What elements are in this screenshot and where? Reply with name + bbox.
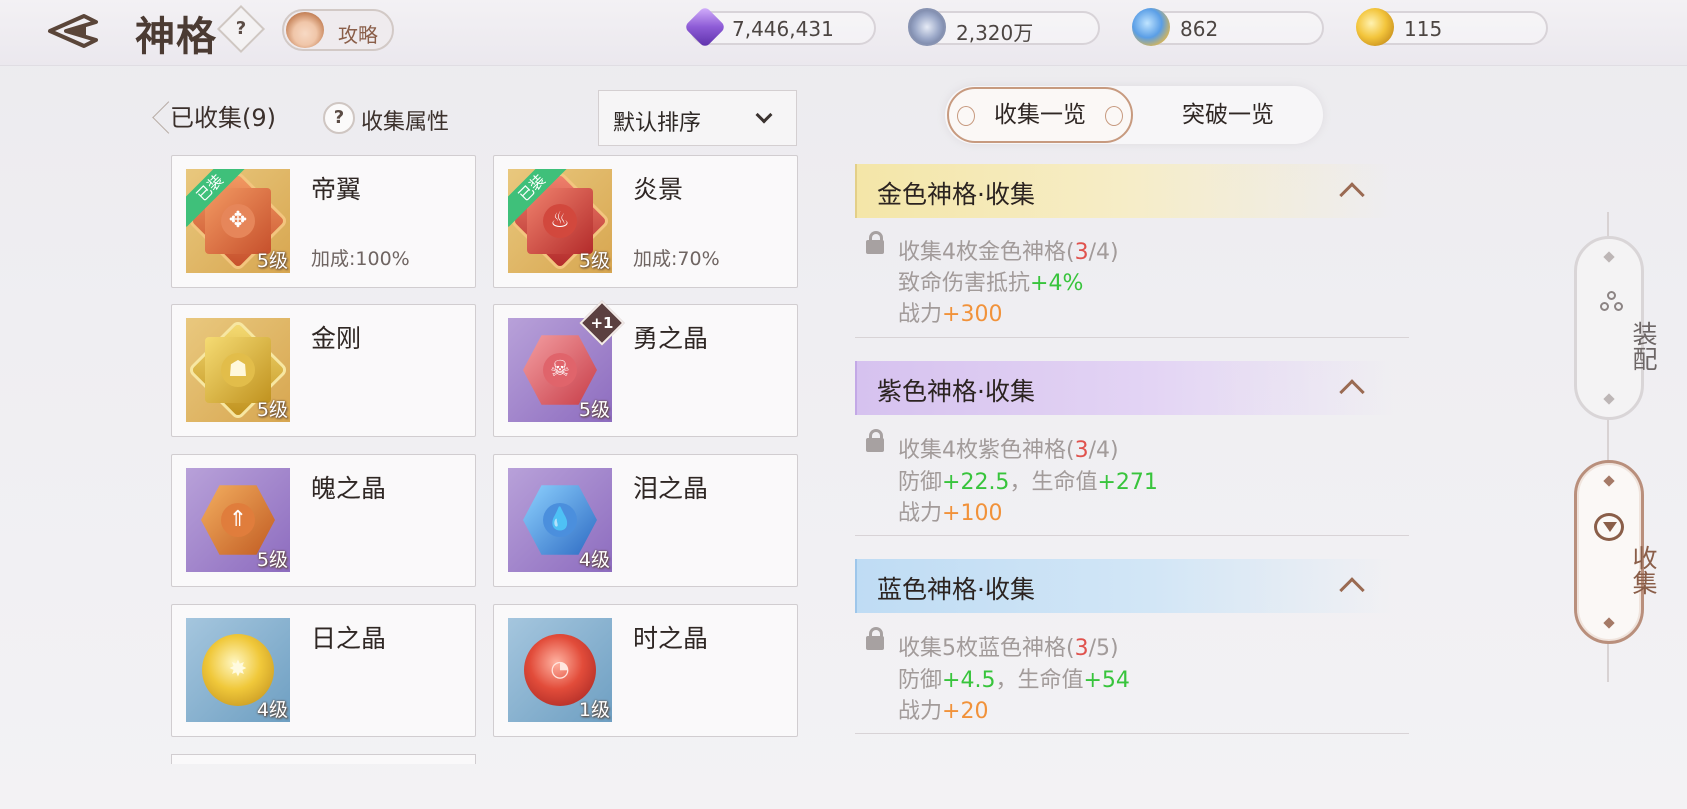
collect-attributes-label: 收集属性 (361, 110, 450, 135)
collection-requirement: 收集4枚金色神格(3/4) (898, 240, 1119, 265)
collection-power: 战力+20 (898, 699, 989, 724)
godhead-card-partial[interactable] (171, 754, 476, 764)
section-title: 蓝色神格·收集 (877, 575, 1035, 604)
emblem-icon (1594, 513, 1624, 541)
currency-value: 862 (1180, 17, 1219, 41)
purple-collection-body: 收集4枚紫色神格(3/4) 防御+22.5，生命值+271 战力+100 (866, 429, 1406, 526)
collection-requirement: 收集5枚蓝色神格(3/5) (898, 636, 1119, 661)
lock-icon (866, 429, 884, 452)
card-name: 帝翼 (311, 175, 362, 204)
tab-breakthrough-overview[interactable]: 突破一览 (1135, 86, 1321, 144)
section-title: 金色神格·收集 (877, 180, 1035, 209)
guide-button[interactable]: 攻略 (282, 9, 394, 51)
level-label: 5级 (256, 549, 288, 571)
chevron-down-icon (755, 106, 773, 124)
currency-blue-orb[interactable]: 862 (1132, 8, 1324, 46)
back-arrow-icon (48, 14, 98, 48)
level-label: 1级 (578, 699, 610, 721)
side-tab-label: 收集 (1629, 545, 1658, 595)
blue-collection-header[interactable]: 蓝色神格·收集 (855, 559, 1393, 613)
sort-dropdown[interactable]: 默认排序 (598, 90, 797, 146)
currency-value: 7,446,431 (732, 17, 834, 41)
lock-icon (866, 231, 884, 254)
purple-collection-header[interactable]: 紫色神格·收集 (855, 361, 1393, 415)
level-label: 4级 (578, 549, 610, 571)
gold-collection-body: 收集4枚金色神格(3/4) 致命伤害抵抗+4% 战力+300 (866, 231, 1406, 327)
collection-stat: 防御+22.5，生命值+271 (898, 470, 1158, 495)
collected-count: 已收集(9) (152, 94, 276, 142)
collection-power: 战力+300 (898, 302, 1003, 327)
godhead-card[interactable]: 💧 4级 泪之晶 (493, 454, 798, 587)
purple-crystal-icon (683, 5, 727, 49)
guide-label: 攻略 (338, 23, 378, 47)
back-button[interactable] (44, 8, 104, 54)
gold-orb-icon (1356, 8, 1394, 46)
side-tab-label: 装配 (1629, 321, 1658, 371)
question-icon: ? (235, 18, 247, 39)
card-name: 时之晶 (633, 624, 709, 653)
help-button[interactable]: ? (216, 4, 266, 54)
godhead-card[interactable]: ✥ 已装 5级 帝翼 加成:100% (171, 155, 476, 288)
sun-gem-icon: ✸ 4级 (186, 618, 290, 722)
godhead-card[interactable]: ♨ 已装 5级 炎景 加成:70% (493, 155, 798, 288)
collection-requirement: 收集4枚紫色神格(3/4) (898, 438, 1119, 463)
card-name: 魄之晶 (311, 474, 387, 503)
godhead-card[interactable]: ☠ 5级 +1 勇之晶 (493, 300, 798, 437)
collection-stat: 致命伤害抵抗+4% (898, 271, 1084, 296)
silver-coin-icon (908, 8, 946, 46)
card-name: 金刚 (311, 324, 362, 353)
blue-orb-icon (1132, 8, 1170, 46)
gold-collection-header[interactable]: 金色神格·收集 (855, 164, 1393, 218)
currency-value: 115 (1404, 17, 1443, 41)
divider (855, 337, 1409, 338)
level-label: 4级 (256, 699, 288, 721)
water-gem-icon: 💧 4级 (508, 468, 612, 572)
level-label: 5级 (256, 250, 288, 272)
currency-coin[interactable]: 2,320万 (908, 8, 1100, 46)
view-toggle: 收集一览 突破一览 (945, 86, 1323, 144)
card-name: 日之晶 (311, 624, 387, 653)
currency-crystal[interactable]: 7,446,431 (683, 5, 876, 49)
card-name: 泪之晶 (633, 474, 709, 503)
godhead-card[interactable]: ☗ 5级 金刚 (171, 304, 476, 437)
godhead-card[interactable]: ◔ 1级 时之晶 (493, 604, 798, 737)
side-tab-collect[interactable]: 收集 (1574, 460, 1658, 644)
card-name: 炎景 (633, 175, 684, 204)
currency-value: 2,320万 (956, 21, 1034, 45)
godhead-card[interactable]: ✸ 4级 日之晶 (171, 604, 476, 737)
time-gem-icon: ◔ 1级 (508, 618, 612, 722)
divider (855, 535, 1409, 536)
card-bonus: 加成:100% (311, 248, 410, 270)
lock-icon (866, 627, 884, 650)
level-label: 5级 (256, 399, 288, 421)
divider (855, 733, 1409, 734)
tab-collection-overview[interactable]: 收集一览 (947, 87, 1133, 143)
card-name: 勇之晶 (633, 324, 709, 353)
sort-label: 默认排序 (613, 111, 702, 136)
level-label: 5级 (578, 250, 610, 272)
currency-gold-orb[interactable]: 115 (1356, 8, 1548, 46)
page-title: 神格 (135, 13, 217, 60)
collection-power: 战力+100 (898, 501, 1003, 526)
wing-gem-icon: ✥ 已装 5级 (186, 169, 290, 273)
guardian-gem-icon: ☗ 5级 (186, 318, 290, 422)
question-icon: ? (323, 102, 355, 134)
collection-stat: 防御+4.5，生命值+54 (898, 668, 1130, 693)
side-tab-equip[interactable]: 装配 (1574, 236, 1658, 420)
flame-gem-icon: ♨ 已装 5级 (508, 169, 612, 273)
card-bonus: 加成:70% (633, 248, 720, 270)
arrow-gem-icon: ⇑ 5级 (186, 468, 290, 572)
level-label: 5级 (578, 399, 610, 421)
guide-avatar (286, 12, 324, 48)
three-circles-icon (1598, 289, 1626, 317)
godhead-card[interactable]: ⇑ 5级 魄之晶 (171, 454, 476, 587)
top-bar: 神格 ? 攻略 7,446,431 2,320万 862 115 (0, 0, 1687, 66)
section-title: 紫色神格·收集 (877, 377, 1035, 406)
blue-collection-body: 收集5枚蓝色神格(3/5) 防御+4.5，生命值+54 战力+20 (866, 627, 1406, 724)
